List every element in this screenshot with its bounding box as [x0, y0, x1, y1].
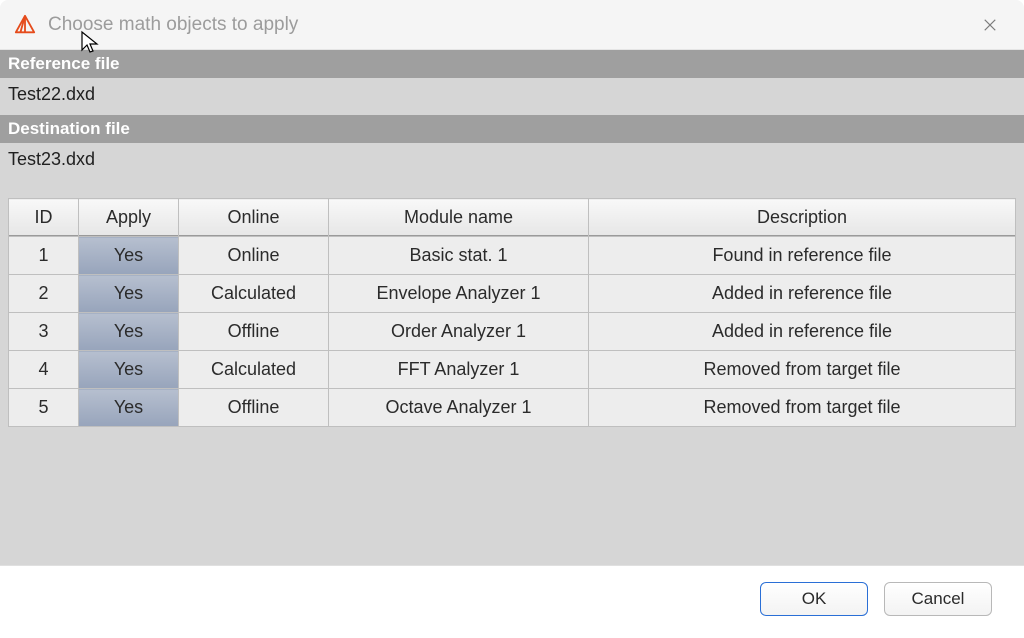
apply-cell[interactable]: Yes	[79, 237, 179, 275]
description-cell: Added in reference file	[589, 275, 1016, 313]
ok-button[interactable]: OK	[760, 582, 868, 616]
description-cell: Found in reference file	[589, 237, 1016, 275]
titlebar: Choose math objects to apply	[0, 0, 1024, 50]
apply-cell[interactable]: Yes	[79, 313, 179, 351]
description-cell: Added in reference file	[589, 313, 1016, 351]
window-title: Choose math objects to apply	[48, 14, 970, 36]
apply-cell[interactable]: Yes	[79, 389, 179, 427]
reference-file-value: Test22.dxd	[0, 78, 1024, 115]
destination-file-label: Destination file	[0, 115, 1024, 143]
online-cell: Offline	[179, 389, 329, 427]
table-row[interactable]: 2YesCalculatedEnvelope Analyzer 1Added i…	[9, 275, 1016, 313]
table-row[interactable]: 3YesOfflineOrder Analyzer 1Added in refe…	[9, 313, 1016, 351]
content-area: ID Apply Online Module name Description …	[0, 180, 1024, 565]
close-button[interactable]	[970, 5, 1010, 45]
description-cell: Removed from target file	[589, 389, 1016, 427]
dialog-footer: OK Cancel	[0, 565, 1024, 638]
module-cell: Envelope Analyzer 1	[329, 275, 589, 313]
module-cell: Order Analyzer 1	[329, 313, 589, 351]
table-row[interactable]: 5YesOfflineOctave Analyzer 1Removed from…	[9, 389, 1016, 427]
apply-cell[interactable]: Yes	[79, 275, 179, 313]
destination-file-value: Test23.dxd	[0, 143, 1024, 180]
header-apply[interactable]: Apply	[79, 199, 179, 237]
description-cell: Removed from target file	[589, 351, 1016, 389]
header-online[interactable]: Online	[179, 199, 329, 237]
module-cell: Octave Analyzer 1	[329, 389, 589, 427]
table-row[interactable]: 1YesOnlineBasic stat. 1Found in referenc…	[9, 237, 1016, 275]
id-cell: 3	[9, 313, 79, 351]
cancel-button[interactable]: Cancel	[884, 582, 992, 616]
online-cell: Offline	[179, 313, 329, 351]
module-cell: FFT Analyzer 1	[329, 351, 589, 389]
dialog-window: Choose math objects to apply Reference f…	[0, 0, 1024, 638]
apply-cell[interactable]: Yes	[79, 351, 179, 389]
module-cell: Basic stat. 1	[329, 237, 589, 275]
online-cell: Calculated	[179, 351, 329, 389]
app-icon	[14, 14, 36, 36]
header-module[interactable]: Module name	[329, 199, 589, 237]
online-cell: Calculated	[179, 275, 329, 313]
online-cell: Online	[179, 237, 329, 275]
table-row[interactable]: 4YesCalculatedFFT Analyzer 1Removed from…	[9, 351, 1016, 389]
id-cell: 2	[9, 275, 79, 313]
id-cell: 4	[9, 351, 79, 389]
header-description[interactable]: Description	[589, 199, 1016, 237]
math-objects-table: ID Apply Online Module name Description …	[8, 198, 1016, 427]
table-header-row: ID Apply Online Module name Description	[9, 199, 1016, 237]
id-cell: 5	[9, 389, 79, 427]
header-id[interactable]: ID	[9, 199, 79, 237]
reference-file-label: Reference file	[0, 50, 1024, 78]
id-cell: 1	[9, 237, 79, 275]
close-icon	[983, 18, 997, 32]
